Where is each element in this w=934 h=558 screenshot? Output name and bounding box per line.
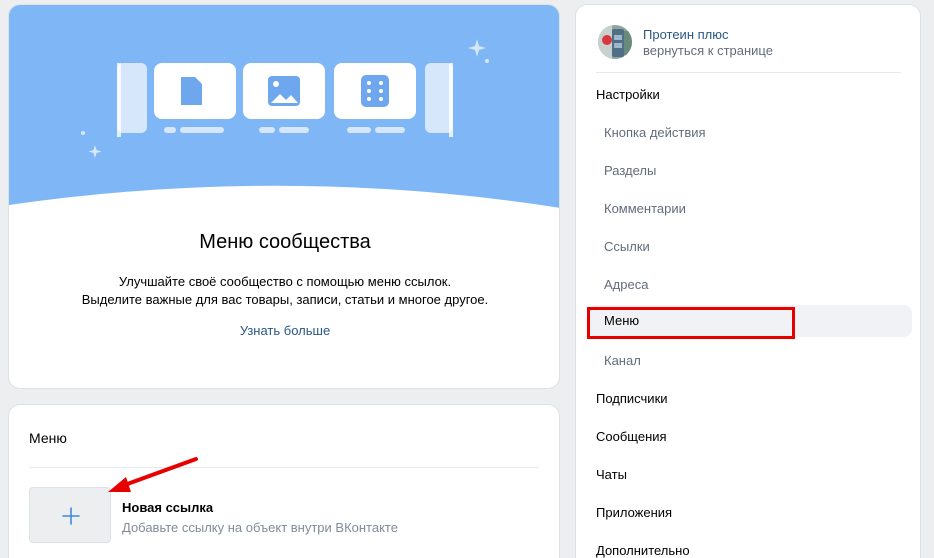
- add-link-button[interactable]: [29, 487, 111, 543]
- nav-apps[interactable]: Приложения: [596, 497, 912, 529]
- menu-illustration-banner: [9, 5, 559, 208]
- group-name: Протеин плюс: [643, 27, 729, 42]
- new-link-title[interactable]: Новая ссылка: [122, 500, 213, 515]
- divider: [596, 72, 901, 73]
- nav-sections[interactable]: Разделы: [596, 155, 912, 187]
- menu-section-title: Меню: [29, 430, 67, 446]
- nav-chats[interactable]: Чаты: [596, 459, 912, 491]
- nav-more[interactable]: Дополнительно: [596, 535, 912, 558]
- nav-action-button[interactable]: Кнопка действия: [596, 117, 912, 149]
- community-menu-promo-card: Меню сообщества Улучшайте своё сообществ…: [8, 4, 560, 389]
- menu-links-card: Меню Новая ссылка Добавьте ссылку на объ…: [8, 404, 560, 558]
- promo-description: Улучшайте своё сообщество с помощью меню…: [9, 273, 559, 309]
- nav-links[interactable]: Ссылки: [596, 231, 912, 263]
- plus-icon: [62, 507, 80, 525]
- nav-subscribers[interactable]: Подписчики: [596, 383, 912, 415]
- divider: [29, 467, 539, 468]
- nav-menu[interactable]: Меню: [588, 305, 912, 337]
- new-link-description: Добавьте ссылку на объект внутри ВКонтак…: [122, 520, 398, 535]
- back-to-page-label: вернуться к странице: [643, 43, 773, 58]
- back-to-group-link[interactable]: Протеин плюс вернуться к странице: [598, 25, 908, 65]
- learn-more-link[interactable]: Узнать больше: [9, 323, 559, 338]
- nav-channel[interactable]: Канал: [596, 345, 912, 377]
- nav-messages[interactable]: Сообщения: [596, 421, 912, 453]
- nav-addresses[interactable]: Адреса: [596, 269, 912, 301]
- nav-comments[interactable]: Комментарии: [596, 193, 912, 225]
- promo-description-line-1: Улучшайте своё сообщество с помощью меню…: [118, 274, 452, 289]
- group-avatar-image: [598, 25, 632, 59]
- promo-description-line-2: Выделите важные для вас товары, записи, …: [81, 292, 489, 307]
- page-title: Меню сообщества: [199, 231, 371, 253]
- nav-settings[interactable]: Настройки: [596, 79, 912, 111]
- settings-sidebar: Протеин плюс вернуться к странице Настро…: [575, 4, 921, 558]
- group-avatar: [598, 25, 632, 59]
